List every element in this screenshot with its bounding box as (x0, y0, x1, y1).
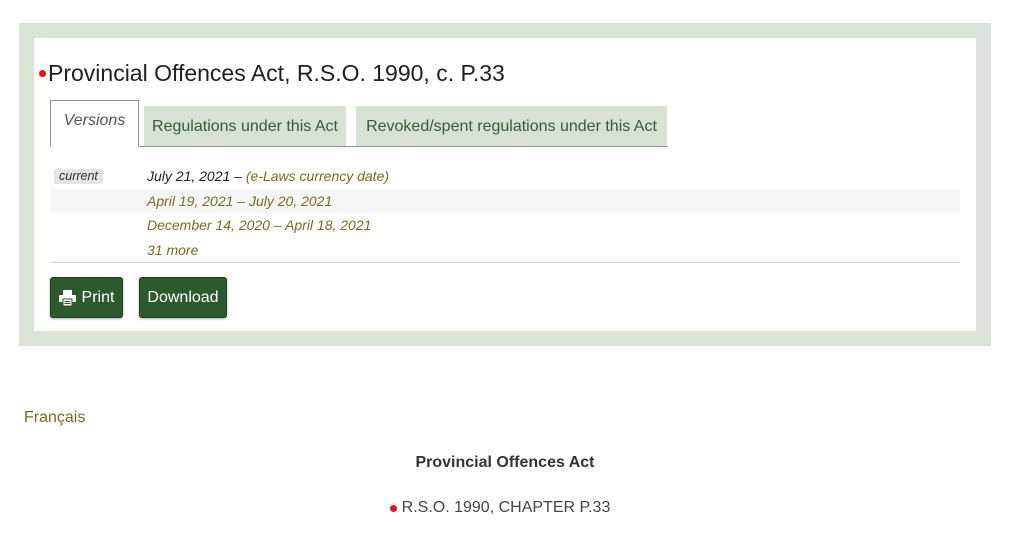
act-citation-text: R.S.O. 1990, CHAPTER P.33 (401, 499, 611, 516)
act-header-card: Provincial Offences Act, R.S.O. 1990, c.… (34, 38, 976, 331)
page-title-text: Provincial Offences Act, R.S.O. 1990, c.… (48, 60, 505, 86)
act-header-panel: Provincial Offences Act, R.S.O. 1990, c.… (19, 23, 991, 346)
tab-revoked-regulations[interactable]: Revoked/spent regulations under this Act (356, 106, 667, 146)
print-button[interactable]: Print (50, 277, 123, 318)
print-button-label: Print (81, 288, 115, 306)
version-link[interactable]: December 14, 2020 – April 18, 2021 (147, 213, 371, 237)
current-version-link[interactable]: July 21, 2021 – (e-Laws currency date) (147, 164, 389, 188)
page-title: Provincial Offences Act, R.S.O. 1990, c.… (39, 60, 505, 87)
version-row: April 19, 2021 – July 20, 2021 (50, 188, 960, 213)
divider (50, 262, 960, 263)
red-dot-icon (39, 70, 46, 77)
tab-regulations[interactable]: Regulations under this Act (144, 106, 346, 146)
download-button-label: Download (147, 288, 219, 306)
version-row-more: 31 more (50, 238, 960, 263)
currency-date-note: (e-Laws currency date) (245, 168, 390, 184)
language-toggle-link[interactable]: Français (24, 409, 85, 427)
red-dot-icon (389, 504, 397, 512)
tab-bar: Versions Regulations under this Act Revo… (50, 100, 668, 147)
current-version-date: July 21, 2021 – (147, 168, 246, 184)
download-button[interactable]: Download (139, 277, 227, 318)
printer-icon (58, 289, 76, 306)
version-link[interactable]: April 19, 2021 – July 20, 2021 (147, 189, 332, 213)
current-badge: current (54, 169, 103, 184)
versions-list: current July 21, 2021 – (e-Laws currency… (50, 164, 960, 262)
version-row-current: current July 21, 2021 – (e-Laws currency… (50, 164, 960, 189)
act-title: Provincial Offences Act (415, 454, 595, 471)
version-row: December 14, 2020 – April 18, 2021 (50, 213, 960, 238)
tab-versions[interactable]: Versions (50, 100, 139, 147)
more-versions-link[interactable]: 31 more (147, 238, 198, 262)
act-citation: R.S.O. 1990, CHAPTER P.33 (0, 499, 1000, 517)
